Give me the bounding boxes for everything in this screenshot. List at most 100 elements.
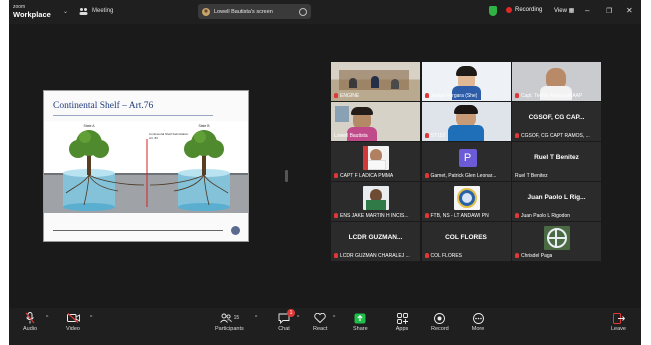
record-icon [434, 312, 446, 324]
chat-options-chevron-icon[interactable]: ^ [297, 315, 299, 321]
video-options-chevron-icon[interactable]: ^ [90, 315, 92, 321]
shared-slide[interactable]: Continental Shelf – Art.76 State A State… [43, 90, 249, 242]
participant-name-label: Ruel T Benitez [515, 172, 548, 179]
participant-name-label: CAPT F LADICA PMMA [334, 173, 393, 179]
participant-display-name: LCDR GUZMAN... [348, 234, 403, 242]
close-icon[interactable]: ✕ [626, 6, 633, 15]
more-button[interactable]: More [471, 312, 485, 332]
participant-tile[interactable]: Ruel T Benitez Ruel T Benitez [512, 142, 601, 181]
participant-tile[interactable]: CGSOF, CG CAP... CGSOF, CG CAPT RAMOS, ..… [512, 102, 601, 141]
slide-footer-line [53, 230, 223, 231]
record-button[interactable]: Record [431, 312, 449, 332]
muted-mic-icon [424, 253, 429, 259]
meeting-toolbar: Audio ^ Video ^ 15 Participants ^ 1 Chat… [9, 308, 641, 345]
muted-mic-icon [424, 93, 429, 99]
muted-mic-icon [334, 253, 338, 259]
react-options-chevron-icon[interactable]: ^ [333, 315, 335, 321]
meeting-stage: Continental Shelf – Art.76 State A State… [9, 24, 641, 308]
participant-display-name: Juan Paolo L Rig... [527, 194, 586, 202]
grid-view-icon: ▦ [568, 8, 575, 14]
participant-tile[interactable]: FTB, NS - LT ANDAWI PN [421, 182, 511, 221]
recording-indicator[interactable]: Recording [506, 7, 542, 13]
slide-title-underline [53, 115, 213, 116]
audio-button[interactable]: Audio [23, 312, 37, 332]
participant-name-label: FTB, NS - LT ANDAWI PN [424, 213, 489, 219]
participant-name-label: Janice Vergara (She) [424, 93, 477, 99]
participant-tile[interactable]: LCDR GUZMAN... LCDR GUZMAN CHARALEJ ... [331, 222, 420, 261]
screen-share-label: Lowell Bautista's screen [214, 8, 273, 15]
participant-name-label: COL FLORES [424, 253, 462, 259]
apps-button[interactable]: Apps [395, 312, 409, 332]
muted-mic-icon [334, 213, 338, 219]
participant-name-label: CGSOF, CG CAPT RAMOS, ... [515, 133, 590, 139]
recording-dot-icon [506, 7, 512, 13]
participant-avatar: P [458, 149, 477, 168]
participant-name-label: ENS JAKE MARTIN H INCIS... [334, 213, 409, 219]
participant-display-name: COL FLORES [445, 234, 487, 242]
participant-display-name: Ruel T Benitez [534, 154, 579, 162]
heart-icon [314, 313, 326, 323]
recording-label: Recording [515, 7, 543, 13]
participant-name-label: ENGINE [334, 93, 359, 99]
participant-tile[interactable]: COL FLORES COL FLORES [421, 222, 511, 261]
participants-button[interactable]: 15 Participants [215, 312, 244, 332]
participant-tile[interactable]: CAPT F LADICA PMMA [331, 142, 420, 181]
zoom-window: zoom Workplace ⌄ Meeting Lowell Bautista… [9, 0, 641, 345]
more-dots-icon [472, 312, 484, 324]
muted-mic-icon [515, 133, 519, 139]
apps-icon [396, 312, 408, 324]
react-button[interactable]: React [313, 312, 327, 332]
state-b-label: State B [198, 124, 210, 128]
view-label: View [554, 8, 567, 14]
participant-name-label: ST152 [424, 133, 445, 139]
maximize-icon[interactable]: ❐ [606, 7, 612, 15]
meeting-label: Meeting [92, 8, 114, 14]
participant-name-label: Lowell Bautista [334, 132, 368, 139]
view-button[interactable]: View ▦ [554, 7, 574, 14]
participants-icon [219, 313, 232, 323]
slide-title: Continental Shelf – Art.76 [53, 101, 154, 111]
participant-tile[interactable]: Capt. Teofilo Atienza-MAAP [512, 62, 601, 101]
audio-options-chevron-icon[interactable]: ^ [46, 315, 48, 321]
participant-tile[interactable]: Chrisdel Paga [512, 222, 601, 261]
muted-mic-icon [424, 213, 429, 219]
participant-tile[interactable]: ST152 [421, 102, 511, 141]
muted-mic-icon [424, 133, 429, 139]
share-screen-icon [354, 313, 366, 323]
video-button[interactable]: Video [66, 312, 80, 332]
muted-mic-icon [515, 213, 519, 219]
participant-gallery: ENGINE Janice Vergara (She) Capt. Teofilo … [331, 62, 601, 305]
muted-mic-icon [424, 173, 429, 179]
screen-options-icon[interactable] [299, 7, 307, 16]
muted-mic-icon [515, 93, 519, 99]
participant-tile[interactable]: Janice Vergara (She) [421, 62, 511, 101]
muted-mic-icon [334, 93, 338, 99]
muted-mic-icon [334, 173, 338, 179]
chat-unread-badge: 1 [287, 309, 295, 317]
participant-name-label: Gamet, Patrick Glen Leonar... [424, 173, 496, 179]
participant-display-name: CGSOF, CG CAP... [528, 114, 585, 122]
participant-tile[interactable]: P Gamet, Patrick Glen Leonar... [421, 142, 511, 181]
meeting-icon [79, 8, 88, 15]
screen-share-indicator[interactable]: Lowell Bautista's screen [198, 4, 311, 19]
participants-count: 15 [233, 315, 240, 321]
slide-seal-logo [231, 226, 240, 235]
screen-owner-avatar-icon [202, 7, 210, 16]
zoom-workplace-logo[interactable]: zoom Workplace [13, 3, 51, 19]
title-bar: zoom Workplace ⌄ Meeting Lowell Bautista… [9, 0, 641, 24]
participants-options-chevron-icon[interactable]: ^ [255, 315, 257, 321]
participant-tile[interactable]: ENGINE [331, 62, 420, 101]
meeting-menu[interactable]: Meeting [79, 7, 113, 15]
security-shield-icon[interactable] [489, 6, 497, 16]
camera-off-icon [66, 313, 80, 323]
chevron-down-icon[interactable]: ⌄ [63, 8, 68, 15]
chat-button[interactable]: 1 Chat [277, 309, 295, 332]
panel-resize-handle[interactable] [285, 170, 288, 182]
share-button[interactable]: Share [353, 312, 368, 332]
participant-tile[interactable]: Lowell Bautista [331, 102, 420, 141]
participant-tile[interactable]: Juan Paolo L Rig... Juan Paolo L Rigodon [512, 182, 601, 221]
minimize-icon[interactable]: – [585, 6, 589, 15]
leave-icon [612, 312, 625, 324]
participant-tile[interactable]: ENS JAKE MARTIN H INCIS... [331, 182, 420, 221]
leave-button[interactable]: Leave [611, 312, 626, 332]
